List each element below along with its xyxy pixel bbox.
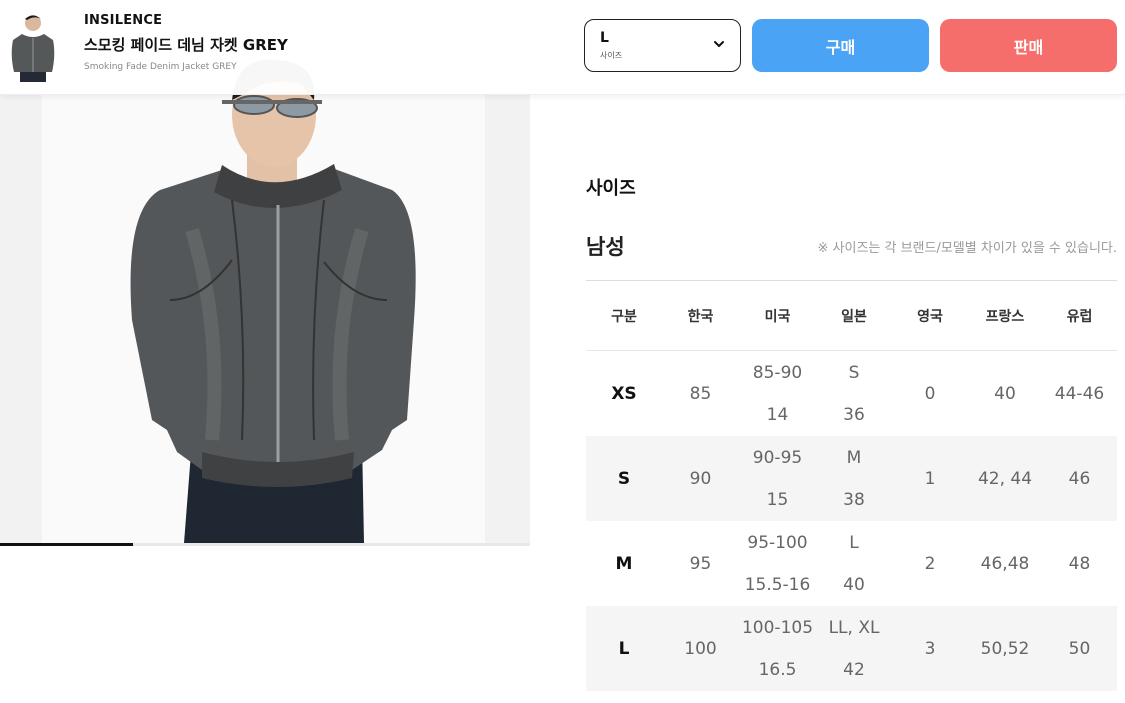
column-header: 유럽 (1066, 308, 1093, 325)
europe-cell: 44-46 (1054, 383, 1105, 404)
size-cell: L (618, 638, 630, 659)
sticky-product-header: INSILENCE 스모킹 페이드 데님 자켓 GREY Smoking Fad… (0, 0, 1125, 95)
us-value: 16.5 (758, 659, 797, 680)
japan-cell: M 38 (816, 436, 892, 521)
korea-cell: 85 (689, 383, 712, 404)
size-selector-value: L (600, 30, 609, 46)
japan-value: S (848, 362, 860, 383)
us-value: 15.5-16 (744, 574, 811, 595)
us-value: 90-95 (752, 447, 803, 468)
japan-value: 36 (843, 404, 865, 425)
korea-cell: 90 (689, 468, 712, 489)
jacket-thumbnail-image (11, 15, 55, 82)
product-name-english: Smoking Fade Denim Jacket GREY (84, 62, 237, 72)
uk-cell: 3 (924, 638, 936, 659)
sell-button[interactable]: 판매 (940, 19, 1117, 72)
europe-cell: 48 (1068, 553, 1091, 574)
us-value: 15 (766, 489, 789, 510)
buy-button[interactable]: 구매 (752, 19, 929, 72)
korea-cell: 95 (689, 553, 712, 574)
gender-heading: 남성 (586, 235, 625, 259)
product-thumbnail[interactable] (8, 10, 58, 82)
us-cell: 90-95 15 (739, 436, 816, 521)
size-section-title: 사이즈 (586, 178, 636, 199)
europe-cell: 46 (1068, 468, 1091, 489)
france-cell: 42, 44 (977, 468, 1033, 489)
table-row: S 90 90-95 15 M 38 1 42, 44 46 (586, 436, 1117, 521)
size-selector[interactable]: L 사이즈 (584, 19, 741, 72)
column-header: 일본 (841, 308, 867, 325)
uk-cell: 1 (924, 468, 936, 489)
size-table: 구분 한국 미국 일본 영국 프랑스 유럽 XS 85 85-90 14 S 36 … (586, 280, 1117, 691)
column-header: 한국 (687, 308, 714, 325)
europe-cell: 50 (1068, 638, 1091, 659)
table-row: L 100 100-105 16.5 LL, XL 42 3 50,52 50 (586, 606, 1117, 691)
product-name-korean: 스모킹 페이드 데님 자켓 GREY (84, 36, 288, 54)
japan-value: 40 (843, 574, 865, 595)
table-row: XS 85 85-90 14 S 36 0 40 44-46 (586, 351, 1117, 436)
us-value: 95-100 (747, 532, 808, 553)
japan-value: M (846, 447, 862, 468)
japan-value: LL, XL (828, 617, 880, 638)
table-row: M 95 95-100 15.5-16 L 40 2 46,48 48 (586, 521, 1117, 606)
gallery-progress-track (0, 543, 530, 546)
japan-cell: L 40 (816, 521, 892, 606)
product-page: INSILENCE 스모킹 페이드 데님 자켓 GREY Smoking Fad… (0, 0, 1125, 703)
size-notice: ※ 사이즈는 각 브랜드/모델별 차이가 있을 수 있습니다. (817, 241, 1118, 256)
us-value: 100-105 (741, 617, 814, 638)
us-cell: 85-90 14 (739, 351, 816, 436)
column-header: 구분 (611, 308, 637, 325)
japan-value: 38 (843, 489, 865, 510)
size-selector-label: 사이즈 (600, 51, 623, 60)
size-table-header: 구분 한국 미국 일본 영국 프랑스 유럽 (586, 281, 1117, 351)
us-cell: 95-100 15.5-16 (739, 521, 816, 606)
column-header: 프랑스 (985, 308, 1025, 325)
chevron-down-icon (714, 41, 724, 47)
japan-cell: LL, XL 42 (816, 606, 892, 691)
japan-cell: S 36 (816, 351, 892, 436)
us-cell: 100-105 16.5 (739, 606, 816, 691)
brand-name[interactable]: INSILENCE (84, 13, 162, 28)
column-header: 미국 (764, 308, 791, 325)
size-cell: S (617, 468, 631, 489)
size-cell: XS (611, 383, 637, 404)
uk-cell: 0 (924, 383, 936, 404)
column-header: 영국 (917, 308, 943, 325)
us-value: 14 (766, 404, 789, 425)
us-value: 85-90 (752, 362, 803, 383)
japan-value: L (849, 532, 859, 553)
uk-cell: 2 (924, 553, 936, 574)
france-cell: 40 (994, 383, 1016, 404)
france-cell: 46,48 (980, 553, 1030, 574)
size-cell: M (615, 553, 633, 574)
korea-cell: 100 (684, 638, 717, 659)
japan-value: 42 (843, 659, 865, 680)
france-cell: 50,52 (980, 638, 1030, 659)
gallery-progress-fill (0, 543, 133, 546)
